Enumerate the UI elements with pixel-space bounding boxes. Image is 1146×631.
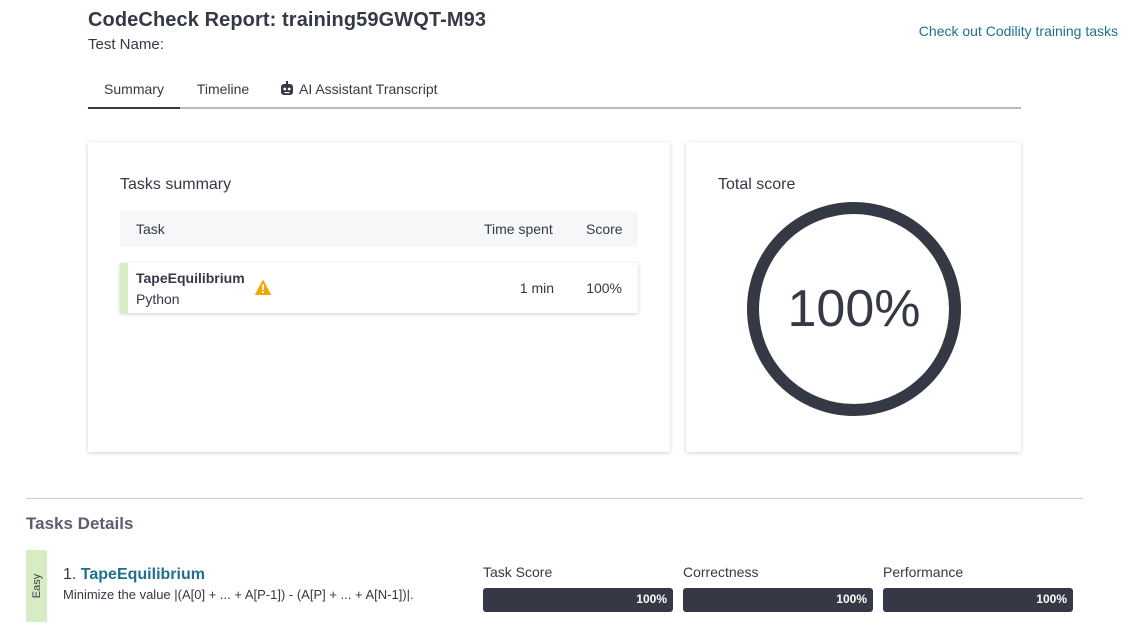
- report-tabs: Summary Timeline AI Assistant Transcript: [88, 74, 1021, 109]
- correctness-bar: 100%: [683, 588, 873, 612]
- difficulty-accent: [120, 263, 128, 313]
- task-score-bar: 100%: [483, 588, 673, 612]
- section-divider: [26, 498, 1083, 499]
- tasks-summary-title: Tasks summary: [120, 176, 232, 193]
- tasks-details-heading: Tasks Details: [26, 514, 134, 533]
- robot-icon: [280, 76, 294, 106]
- task-language: Python: [136, 291, 180, 307]
- performance-label: Performance: [883, 564, 964, 580]
- task-score-label: Task Score: [483, 564, 553, 580]
- task-number: 1.: [63, 566, 77, 583]
- tab-ai-label: AI Assistant Transcript: [299, 81, 438, 97]
- performance-bar: 100%: [883, 588, 1073, 612]
- page-title: CodeCheck Report: training59GWQT-M93: [88, 9, 487, 31]
- tasks-summary-card: Tasks summary Task Time spent Score Tape…: [88, 142, 670, 452]
- correctness-label: Correctness: [683, 564, 759, 580]
- task-name: TapeEquilibrium: [136, 270, 245, 286]
- column-header-time-spent: Time spent: [484, 221, 553, 237]
- difficulty-label: Easy: [30, 573, 43, 599]
- task-score-value: 100%: [636, 592, 667, 606]
- column-header-score: Score: [586, 221, 623, 237]
- task-score: 100%: [586, 280, 622, 296]
- total-score-value: 100%: [787, 280, 921, 338]
- tasks-table-header: Task Time spent Score: [120, 211, 638, 247]
- task-name-link[interactable]: TapeEquilibrium: [81, 566, 205, 583]
- training-tasks-link[interactable]: Check out Codility training tasks: [919, 23, 1118, 39]
- task-description: Minimize the value |(A[0] + ... + A[P-1]…: [63, 587, 414, 602]
- warning-icon: [255, 280, 271, 300]
- table-row[interactable]: TapeEquilibrium Python 1 min 100%: [120, 263, 638, 313]
- tab-timeline[interactable]: Timeline: [188, 74, 258, 107]
- correctness-value: 100%: [836, 592, 867, 606]
- task-heading: 1. TapeEquilibrium: [63, 566, 205, 584]
- difficulty-badge: Easy: [26, 550, 47, 622]
- task-time-spent: 1 min: [519, 280, 554, 296]
- tab-summary[interactable]: Summary: [88, 74, 180, 109]
- tab-ai-assistant-transcript[interactable]: AI Assistant Transcript: [280, 74, 450, 107]
- test-name-label: Test Name:: [88, 36, 164, 53]
- column-header-task: Task: [136, 221, 165, 237]
- performance-value: 100%: [1036, 592, 1067, 606]
- total-score-card: Total score 100%: [686, 142, 1021, 452]
- total-score-title: Total score: [718, 176, 796, 193]
